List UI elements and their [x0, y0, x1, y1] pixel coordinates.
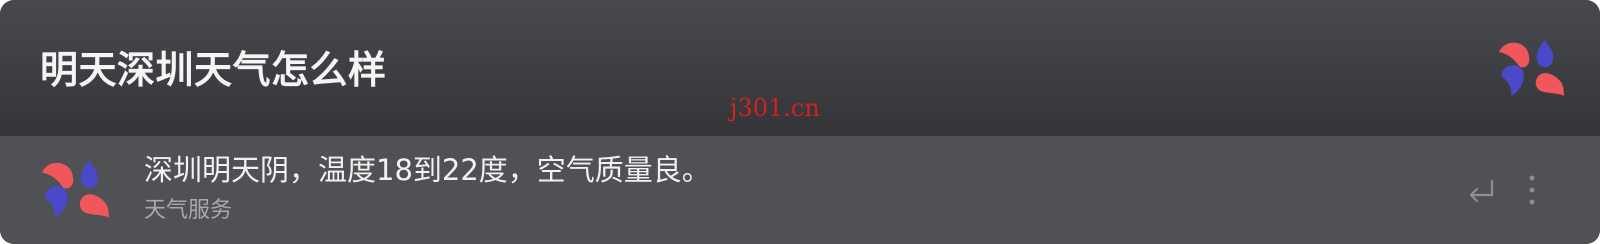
app-logo-icon — [1499, 40, 1565, 96]
more-vertical-icon[interactable] — [1526, 174, 1538, 206]
result-title: 深圳明天阴，温度18到22度，空气质量良。 — [144, 153, 711, 187]
weather-service-logo-icon — [42, 160, 110, 218]
enter-return-icon[interactable] — [1466, 178, 1496, 204]
assistant-panel: 明天深圳天气怎么样 j301.cn 深圳明天阴，温度18到22度，空气质量良。 … — [0, 0, 1600, 244]
result-subtitle: 天气服务 — [144, 198, 233, 223]
result-item[interactable]: 深圳明天阴，温度18到22度，空气质量良。 天气服务 — [0, 136, 1600, 244]
watermark-text: j301.cn — [730, 94, 820, 122]
search-query-text[interactable]: 明天深圳天气怎么样 — [40, 42, 387, 98]
